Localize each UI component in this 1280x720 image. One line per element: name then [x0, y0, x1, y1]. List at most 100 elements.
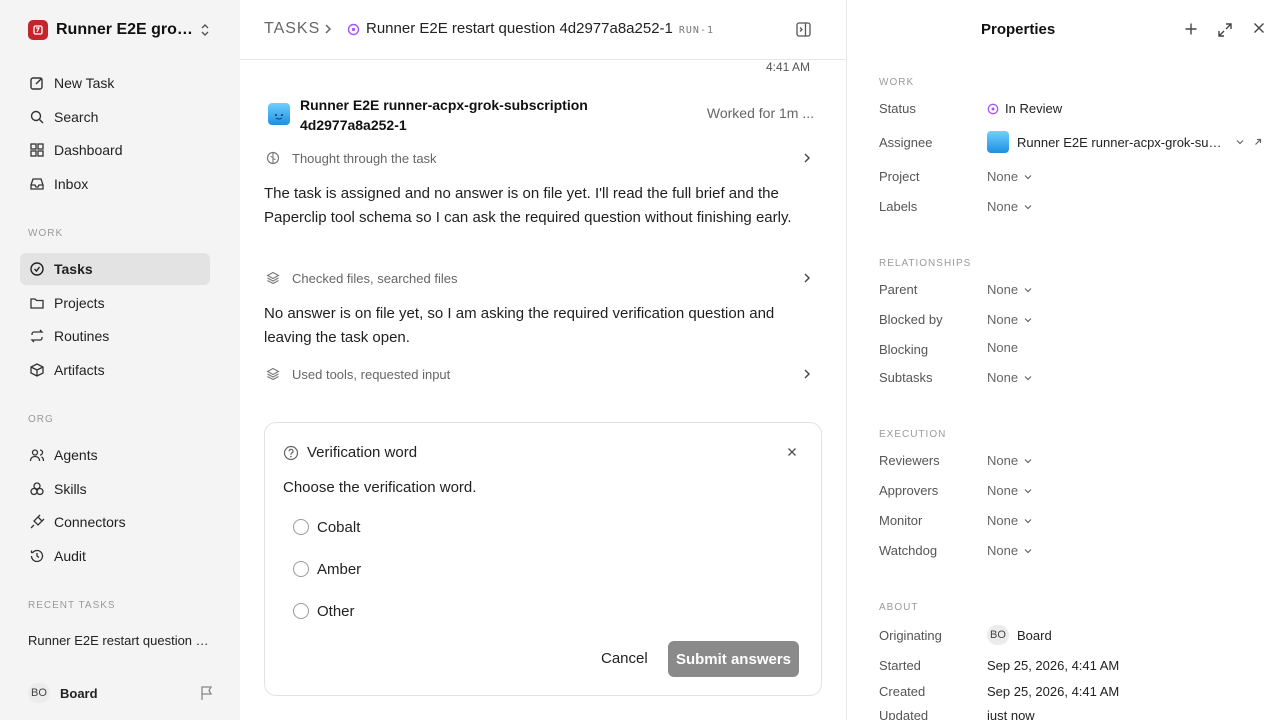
close-icon[interactable]: [787, 447, 797, 457]
step-files[interactable]: Checked files, searched files: [264, 268, 812, 288]
nav-projects[interactable]: Projects: [20, 287, 210, 319]
external-link-icon[interactable]: [1253, 137, 1263, 147]
approvers-value[interactable]: None: [987, 483, 1033, 498]
parent-value[interactable]: None: [987, 282, 1033, 297]
board-user[interactable]: BO Board: [28, 683, 214, 703]
chevron-down-icon: [1023, 203, 1033, 211]
cancel-button[interactable]: Cancel: [601, 650, 648, 667]
plus-icon[interactable]: [1184, 22, 1198, 36]
recent-task-item[interactable]: Runner E2E restart question 4d2977a8a252…: [28, 633, 214, 648]
option-other[interactable]: Other: [293, 601, 355, 621]
labels-value[interactable]: None: [987, 199, 1033, 214]
updated-value: just now: [987, 708, 1035, 720]
nav-label: Connectors: [54, 514, 126, 530]
history-icon: [28, 547, 46, 565]
nav-artifacts[interactable]: Artifacts: [20, 354, 210, 386]
updated-label: Updated: [879, 708, 929, 720]
blocked-by-value[interactable]: None: [987, 312, 1033, 327]
breadcrumb: TASKS Runner E2E restart question 4d2977…: [240, 0, 846, 60]
started-label: Started: [879, 658, 921, 673]
step-label: Thought through the task: [292, 150, 437, 166]
chevron-right-icon: [802, 272, 812, 284]
avatar: [987, 131, 1009, 153]
flag-icon[interactable]: [200, 685, 214, 701]
nav-label: Tasks: [54, 261, 93, 277]
users-icon: [28, 446, 46, 464]
chevron-down-icon: [1023, 316, 1033, 324]
nav-connectors[interactable]: Connectors: [20, 506, 210, 538]
chevron-down-icon: [1023, 487, 1033, 495]
nav-routines[interactable]: Routines: [20, 320, 210, 352]
radio-button[interactable]: [293, 561, 309, 577]
radio-button[interactable]: [293, 603, 309, 619]
nav-audit[interactable]: Audit: [20, 540, 210, 572]
value-text: None: [987, 199, 1019, 214]
nav-inbox[interactable]: Inbox: [20, 168, 210, 200]
close-icon[interactable]: [1253, 22, 1265, 34]
box-icon: [28, 361, 46, 379]
status-value[interactable]: In Review: [987, 101, 1062, 116]
properties-title: Properties: [981, 21, 1056, 38]
nav-skills[interactable]: Skills: [20, 473, 210, 505]
option-label: Amber: [317, 560, 362, 578]
subtasks-value[interactable]: None: [987, 370, 1033, 385]
value-text: None: [987, 340, 1019, 355]
nav-new-task[interactable]: New Task: [20, 67, 210, 99]
chevron-right-icon: [802, 152, 812, 164]
status-badge: In Review: [1005, 101, 1063, 116]
search-icon: [28, 108, 46, 126]
run-tag: RUN-1: [678, 25, 714, 36]
submit-answers-button[interactable]: Submit answers: [668, 641, 799, 677]
folder-icon: [28, 294, 46, 312]
agent-message-header: Runner E2E runner-acpx-grok-subscription…: [264, 95, 814, 135]
monitor-value[interactable]: None: [987, 513, 1033, 528]
started-value: Sep 25, 2026, 4:41 AM: [987, 658, 1120, 673]
nav-tasks[interactable]: Tasks: [20, 253, 210, 285]
assignee-value[interactable]: Runner E2E runner-acpx-grok-subscription…: [987, 131, 1263, 153]
nav-dashboard[interactable]: Dashboard: [20, 134, 210, 166]
step-tools[interactable]: Used tools, requested input: [264, 364, 812, 384]
radio-button[interactable]: [293, 519, 309, 535]
nav-label: Agents: [54, 447, 98, 463]
workspace-switcher[interactable]: Runner E2E grok-subscription: [28, 19, 214, 41]
value-text: None: [987, 282, 1019, 297]
inbox-icon: [28, 175, 46, 193]
question-header: Verification word: [283, 444, 417, 461]
chevron-down-icon: [1023, 457, 1033, 465]
reviewers-label: Reviewers: [879, 453, 940, 468]
nav-label: New Task: [54, 75, 115, 91]
nav-search[interactable]: Search: [20, 101, 210, 133]
value-text: None: [987, 483, 1019, 498]
breadcrumb-tasks[interactable]: TASKS: [264, 20, 320, 38]
project-value[interactable]: None: [987, 169, 1033, 184]
agent-avatar: [268, 103, 290, 125]
status-circle-icon: [347, 23, 360, 36]
message-paragraph: The task is assigned and no answer is on…: [264, 185, 792, 226]
watchdog-value[interactable]: None: [987, 543, 1033, 558]
chevron-down-icon: [1023, 517, 1033, 525]
step-thought[interactable]: Thought through the task: [264, 148, 812, 168]
layers-icon: [266, 271, 282, 285]
repeat-icon: [28, 327, 46, 345]
option-cobalt[interactable]: Cobalt: [293, 517, 360, 537]
reviewers-value[interactable]: None: [987, 453, 1033, 468]
approvers-label: Approvers: [879, 483, 939, 498]
plug-icon: [28, 513, 46, 531]
worked-duration[interactable]: Worked for 1m ...: [707, 105, 814, 121]
value-text: None: [987, 312, 1019, 327]
nav-label: Artifacts: [54, 362, 105, 378]
panel-toggle-icon[interactable]: [795, 21, 812, 38]
assignee-label: Assignee: [879, 135, 933, 150]
option-amber[interactable]: Amber: [293, 559, 361, 579]
section-recent-label: RECENT TASKS: [28, 600, 116, 611]
question-prompt: Choose the verification word.: [283, 479, 477, 496]
value-text: None: [987, 169, 1019, 184]
project-label: Project: [879, 169, 920, 184]
question-card: Verification word Choose the verificatio…: [264, 422, 822, 696]
value-text: None: [987, 370, 1019, 385]
nav-agents[interactable]: Agents: [20, 439, 210, 471]
nav-label: Dashboard: [54, 142, 123, 158]
originating-name: Board: [1017, 627, 1052, 643]
section-execution: EXECUTION: [879, 429, 947, 440]
expand-icon[interactable]: [1217, 22, 1233, 38]
